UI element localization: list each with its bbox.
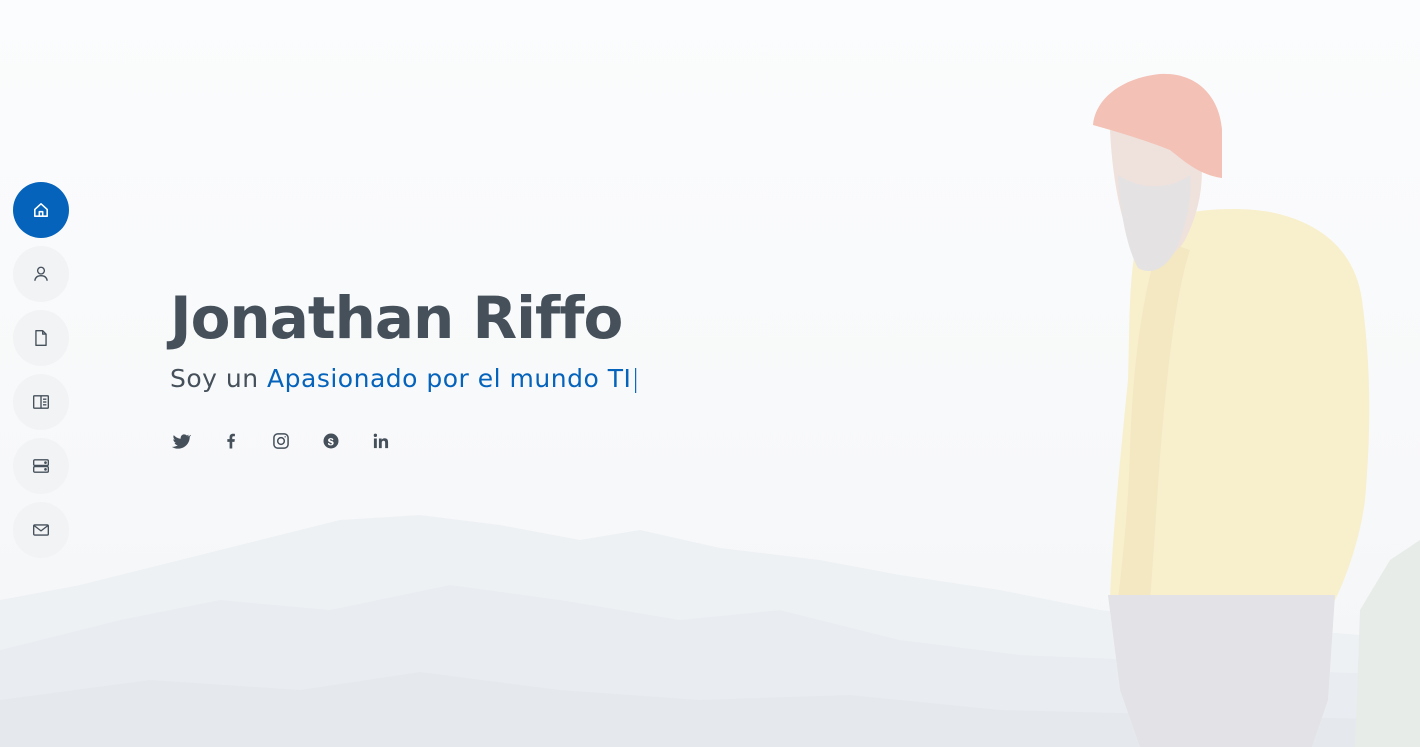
twitter-link[interactable] (170, 430, 192, 452)
nav-portfolio-button[interactable] (13, 374, 69, 430)
linkedin-link[interactable] (370, 430, 392, 452)
tagline-typed-text: Apasionado por el mundo TI (267, 364, 632, 393)
side-navigation (13, 182, 69, 558)
facebook-link[interactable] (220, 430, 242, 452)
person-icon (34, 266, 48, 281)
hero-text-block: Jonathan Riffo Soy un Apasionado por el … (170, 283, 640, 399)
hero-name: Jonathan Riffo (170, 284, 623, 352)
nav-services-button[interactable] (13, 438, 69, 494)
nav-about-button[interactable] (13, 246, 69, 302)
hero-tagline: Soy un Apasionado por el mundo TI| (170, 359, 640, 399)
twitter-icon (171, 434, 191, 449)
social-links (170, 430, 392, 452)
nav-contact-button[interactable] (13, 502, 69, 558)
home-icon (34, 203, 48, 217)
book-half-icon (33, 395, 49, 409)
instagram-icon (273, 433, 289, 449)
hero-section: Jonathan Riffo Soy un Apasionado por el … (0, 0, 1420, 747)
nav-home-button[interactable] (13, 182, 69, 238)
linkedin-icon (373, 433, 389, 449)
nav-resume-button[interactable] (13, 310, 69, 366)
envelope-icon (33, 524, 49, 536)
skype-link[interactable] (320, 430, 342, 452)
file-icon (35, 330, 47, 346)
tagline-prefix: Soy un (170, 364, 268, 393)
typing-cursor: | (631, 364, 641, 393)
instagram-link[interactable] (270, 430, 292, 452)
server-icon (33, 459, 49, 473)
skype-icon (323, 433, 339, 449)
facebook-icon (227, 433, 235, 449)
